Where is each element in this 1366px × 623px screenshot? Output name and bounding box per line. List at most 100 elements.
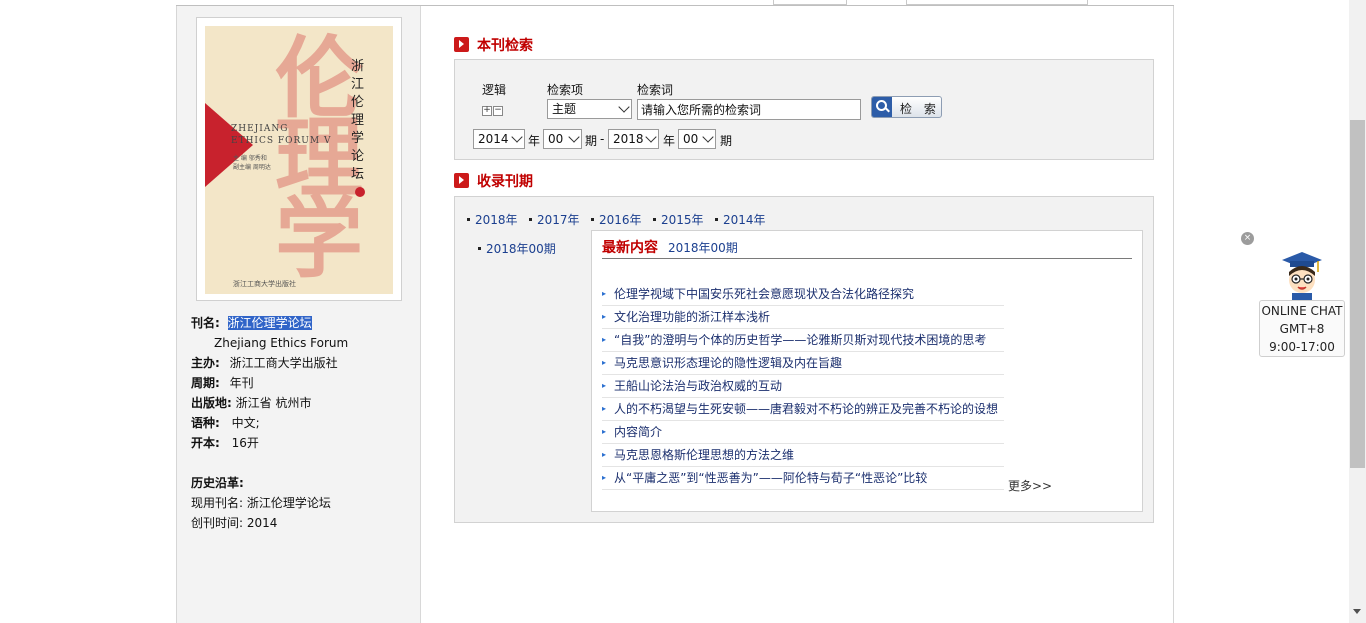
arrow-icon: ▸ — [602, 427, 607, 436]
from-year-select[interactable]: 2014 — [473, 129, 525, 149]
scroll-down-icon[interactable] — [1353, 609, 1361, 614]
journal-place-value: 浙江省 杭州市 — [235, 396, 312, 410]
year-link-2018[interactable]: 2018年 — [467, 211, 518, 228]
issue-link-text: 2018年00期 — [486, 242, 556, 256]
play-icon — [454, 37, 469, 52]
bullet-icon — [591, 218, 594, 221]
list-item[interactable]: ▸ 内容简介 — [602, 421, 1004, 444]
cover-char-xue: 学 — [275, 186, 364, 290]
article-title: “自我”的澄明与个体的历史哲学——论雅斯贝斯对现代技术困境的思考 — [614, 333, 987, 347]
field-select[interactable]: 主题 — [547, 99, 632, 119]
more-link[interactable]: 更多>> — [1008, 477, 1052, 494]
chat-line-3: 9:00-17:00 — [1269, 340, 1335, 354]
field-label: 检索项 — [547, 83, 584, 97]
current-name-label: 现用刊名: — [191, 496, 244, 510]
journal-name-en: Zhejiang Ethics Forum — [214, 336, 349, 350]
to-year-unit: 年 — [663, 134, 676, 148]
year-link-2015[interactable]: 2015年 — [653, 211, 704, 228]
issues-section-title-text: 收录刊期 — [477, 174, 533, 190]
close-icon[interactable]: × — [1241, 232, 1254, 245]
journal-place-label: 出版地: — [191, 396, 232, 410]
chevron-down-icon — [645, 131, 657, 143]
cover-seal-icon — [355, 187, 365, 197]
journal-format-value: 16开 — [231, 436, 259, 450]
year-link-text: 2016年 — [599, 213, 642, 227]
article-title: 马克思恩格斯伦理思想的方法之维 — [614, 448, 795, 462]
list-item[interactable]: ▸ 文化治理功能的浙江样本浅析 — [602, 306, 1004, 329]
journal-founded-row: 创刊时间: 2014 — [191, 513, 277, 533]
keyword-label: 检索词 — [637, 83, 674, 97]
keyword-input[interactable] — [637, 99, 861, 120]
journal-name-value: 浙江伦理学论坛 — [227, 316, 312, 330]
from-issue-select[interactable]: 00 — [543, 129, 582, 149]
arrow-icon: ▸ — [602, 381, 607, 390]
arrow-icon: ▸ — [602, 335, 607, 344]
chevron-down-icon — [618, 101, 630, 113]
bullet-icon — [529, 218, 532, 221]
journal-lang-row: 语种: 中文; — [191, 413, 260, 433]
chat-line-1: ONLINE CHAT — [1261, 304, 1343, 318]
top-tab-1[interactable] — [773, 0, 847, 5]
list-item[interactable]: ▸ 人的不朽渴望与生死安顿——唐君毅对不朽论的辨正及完善不朽论的设想 — [602, 398, 1004, 421]
year-link-text: 2014年 — [723, 213, 766, 227]
to-issue-select[interactable]: 00 — [678, 129, 716, 149]
search-button[interactable]: 检 索 — [871, 96, 942, 118]
from-year-value: 2014 — [478, 132, 509, 146]
list-item[interactable]: ▸ 伦理学视域下中国安乐死社会意愿现状及合法化路径探究 — [602, 283, 1004, 306]
journal-cover-frame: 伦 理 学 浙江伦理学论坛 ZHEJIANG ETHICS FORUM V 主 … — [196, 17, 402, 301]
article-title: 人的不朽渴望与生死安顿——唐君毅对不朽论的辨正及完善不朽论的设想 — [614, 402, 999, 416]
issue-link-selected[interactable]: 2018年00期 — [478, 240, 556, 257]
latest-content-title: 最新内容 — [602, 240, 658, 256]
search-section-title: 本刊检索 — [454, 35, 533, 55]
remove-row-icon[interactable]: − — [493, 106, 503, 116]
add-row-icon[interactable]: + — [482, 106, 492, 116]
list-item[interactable]: ▸ 马克思意识形态理论的隐性逻辑及内在旨趣 — [602, 352, 1004, 375]
article-title: 马克思意识形态理论的隐性逻辑及内在旨趣 — [614, 356, 843, 370]
online-chat-card[interactable]: ONLINE CHAT GMT+8 9:00-17:00 — [1259, 300, 1345, 357]
cover-publisher-mark: 浙江工商大学出版社 — [233, 280, 296, 288]
history-label-text: 历史沿革: — [191, 476, 244, 490]
issues-section-title: 收录刊期 — [454, 171, 533, 191]
from-year-unit: 年 — [528, 134, 541, 148]
journal-current-name-row: 现用刊名: 浙江伦理学论坛 — [191, 493, 331, 513]
to-year-select[interactable]: 2018 — [608, 129, 659, 149]
chat-avatar-icon[interactable] — [1278, 250, 1326, 300]
list-item[interactable]: ▸ 马克思恩格斯伦理思想的方法之维 — [602, 444, 1004, 467]
list-item[interactable]: ▸ 王船山论法治与政治权威的互动 — [602, 375, 1004, 398]
search-button-label: 检 索 — [900, 102, 940, 116]
cover-english-line2: ETHICS FORUM V — [231, 136, 332, 146]
journal-cycle-label: 周期: — [191, 376, 220, 390]
founded-label: 创刊时间: — [191, 516, 244, 530]
year-link-2017[interactable]: 2017年 — [529, 211, 580, 228]
journal-sponsor-label: 主办: — [191, 356, 220, 370]
list-item[interactable]: ▸ “自我”的澄明与个体的历史哲学——论雅斯贝斯对现代技术困境的思考 — [602, 329, 1004, 352]
current-name-value: 浙江伦理学论坛 — [246, 496, 331, 510]
arrow-icon: ▸ — [602, 358, 607, 367]
chat-line-2: GMT+8 — [1279, 322, 1325, 336]
year-link-2016[interactable]: 2016年 — [591, 211, 642, 228]
journal-name-label: 刊名: — [191, 316, 220, 330]
year-link-text: 2018年 — [475, 213, 518, 227]
journal-history-label: 历史沿革: — [191, 473, 244, 493]
from-issue-value: 00 — [548, 132, 564, 146]
cover-editor-line2: 副主编 周明达 — [233, 164, 271, 171]
top-tab-2[interactable] — [906, 0, 1088, 5]
journal-cycle-value: 年刊 — [229, 376, 254, 390]
chevron-down-icon — [568, 131, 580, 143]
journal-name-row: 刊名: 浙江伦理学论坛 — [191, 313, 312, 333]
scrollbar-thumb[interactable] — [1350, 120, 1365, 468]
journal-place-row: 出版地: 浙江省 杭州市 — [191, 393, 311, 413]
article-list: ▸ 伦理学视域下中国安乐死社会意愿现状及合法化路径探究 ▸ 文化治理功能的浙江样本浅… — [602, 283, 1004, 490]
cover-english-line1: ZHEJIANG — [231, 124, 289, 134]
journal-lang-label: 语种: — [191, 416, 220, 430]
journal-cycle-row: 周期: 年刊 — [191, 373, 254, 393]
cover-vertical-title: 浙江伦理学论坛 — [351, 59, 365, 182]
list-item[interactable]: ▸ 从“平庸之恶”到“性恶善为”——阿伦特与荀子“性恶论”比较 — [602, 467, 1004, 490]
arrow-icon: ▸ — [602, 450, 607, 459]
bullet-icon — [653, 218, 656, 221]
search-section-title-text: 本刊检索 — [477, 38, 533, 54]
to-year-value: 2018 — [613, 132, 644, 146]
year-link-2014[interactable]: 2014年 — [715, 211, 766, 228]
bullet-icon — [478, 247, 481, 250]
to-issue-unit: 期 — [720, 134, 733, 148]
